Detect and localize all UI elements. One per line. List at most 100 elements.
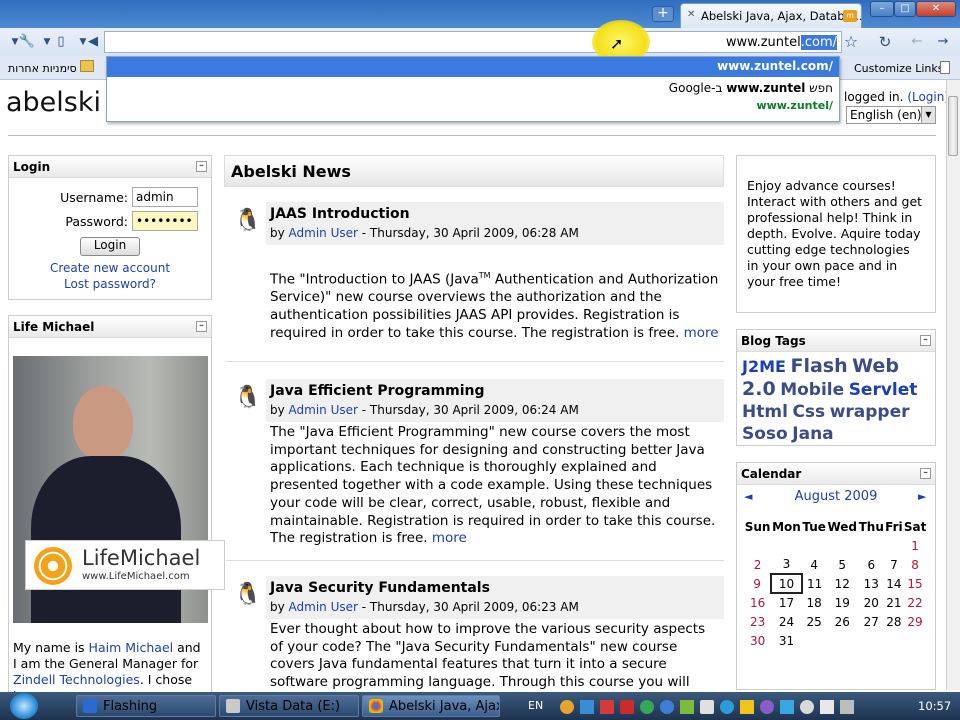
new-tab-button[interactable]: + bbox=[652, 6, 674, 22]
calendar-day[interactable]: 23 bbox=[744, 612, 771, 631]
scrollbar-thumb[interactable] bbox=[948, 96, 958, 156]
forward-icon[interactable]: → bbox=[934, 33, 952, 51]
tray-icon[interactable] bbox=[600, 700, 614, 714]
calendar-day[interactable]: 27 bbox=[858, 612, 885, 631]
collapse-icon[interactable]: – bbox=[196, 161, 207, 172]
calendar-day[interactable]: 2 bbox=[744, 555, 771, 574]
tag-link[interactable]: Jana bbox=[792, 424, 833, 444]
calendar-day[interactable]: 17 bbox=[771, 593, 801, 612]
tray-icon[interactable] bbox=[760, 700, 774, 714]
calendar-day[interactable]: 26 bbox=[827, 612, 858, 631]
tag-link[interactable]: Soso bbox=[742, 424, 788, 444]
calendar-day[interactable]: 24 bbox=[771, 612, 801, 631]
calendar-day[interactable]: 7 bbox=[885, 555, 903, 574]
calendar-day[interactable]: 22 bbox=[903, 593, 927, 612]
tray-icon[interactable] bbox=[640, 700, 654, 714]
page-icon[interactable]: ▯ bbox=[52, 33, 70, 51]
wrench-icon[interactable]: 🔧 bbox=[18, 33, 36, 51]
tray-icon[interactable] bbox=[740, 700, 754, 714]
language-select[interactable]: English (en) ▼ bbox=[846, 106, 936, 124]
haim-michael-link[interactable]: Haim Michael bbox=[89, 640, 174, 655]
calendar-day[interactable]: 31 bbox=[771, 631, 801, 650]
scrollbar[interactable] bbox=[946, 80, 960, 690]
customize-links[interactable]: Customize Links bbox=[854, 62, 944, 75]
language-indicator[interactable]: EN bbox=[528, 699, 543, 712]
create-account-link[interactable]: Create new account bbox=[8, 261, 212, 275]
tray-icon[interactable] bbox=[660, 700, 674, 714]
next-month-icon[interactable]: ► bbox=[918, 490, 926, 503]
back-arrow-icon[interactable]: ◀ bbox=[84, 33, 102, 51]
star-icon[interactable]: ☆ bbox=[842, 33, 860, 51]
close-window-button[interactable]: ✕ bbox=[916, 1, 956, 17]
calendar-day[interactable]: 28 bbox=[885, 612, 903, 631]
tag-link[interactable]: Servlet bbox=[849, 380, 918, 400]
zindell-link[interactable]: Zindell Technologies bbox=[13, 672, 140, 687]
suggestion-3[interactable]: www.zuntel/ bbox=[107, 97, 839, 117]
tray-icon[interactable] bbox=[700, 700, 714, 714]
calendar-day[interactable]: 25 bbox=[802, 612, 827, 631]
network-icon[interactable] bbox=[820, 700, 834, 714]
calendar-day[interactable]: 11 bbox=[802, 574, 827, 593]
calendar-day[interactable]: 12 bbox=[827, 574, 858, 593]
tray-icon[interactable] bbox=[560, 700, 574, 714]
more-link[interactable]: more bbox=[684, 325, 719, 341]
username-input[interactable]: admin bbox=[132, 187, 198, 207]
suggestion-2[interactable]: Google-ב www.zuntel חפש bbox=[107, 77, 839, 97]
task-vista-data[interactable]: Vista Data (E:) bbox=[219, 695, 359, 717]
tray-icon[interactable] bbox=[800, 700, 814, 714]
author-link[interactable]: Admin User bbox=[289, 226, 358, 240]
tag-link[interactable]: wrapper bbox=[830, 402, 910, 422]
lifemichael-logo[interactable]: LifeMichael www.LifeMichael.com bbox=[25, 540, 225, 590]
minimize-button[interactable]: – bbox=[870, 1, 894, 17]
tag-link[interactable]: Html bbox=[742, 402, 788, 422]
tray-icon[interactable] bbox=[720, 700, 734, 714]
password-input[interactable]: •••••••• bbox=[132, 211, 198, 231]
browser-tab[interactable]: ✕ Abelski Java, Ajax, Databa... m bbox=[680, 3, 862, 28]
tray-icon[interactable] bbox=[680, 700, 694, 714]
calendar-day[interactable]: 29 bbox=[903, 612, 927, 631]
calendar-day[interactable]: 19 bbox=[827, 593, 858, 612]
collapse-icon[interactable]: – bbox=[196, 321, 207, 332]
task-chrome[interactable]: Abelski Java, Ajax, ... bbox=[362, 695, 500, 717]
close-tab-icon[interactable]: ✕ bbox=[687, 9, 695, 20]
calendar-day[interactable]: 18 bbox=[802, 593, 827, 612]
tag-link[interactable]: Mobile bbox=[780, 380, 844, 400]
author-link[interactable]: Admin User bbox=[289, 600, 358, 614]
calendar-day[interactable]: 14 bbox=[885, 574, 903, 593]
prev-month-icon[interactable]: ◄ bbox=[744, 490, 752, 503]
calendar-day[interactable]: 6 bbox=[858, 555, 885, 574]
more-link[interactable]: more bbox=[432, 530, 467, 546]
calendar-day[interactable]: 20 bbox=[858, 593, 885, 612]
calendar-day[interactable]: 16 bbox=[744, 593, 771, 612]
tag-link[interactable]: J2ME bbox=[742, 357, 786, 376]
task-flashing[interactable]: Flashing bbox=[76, 695, 216, 717]
author-link[interactable]: Admin User bbox=[289, 403, 358, 417]
lost-password-link[interactable]: Lost password? bbox=[8, 277, 212, 291]
calendar-day[interactable]: 1 bbox=[903, 536, 927, 555]
address-bar[interactable]: www.zuntel.com/ bbox=[104, 31, 842, 53]
start-button[interactable] bbox=[10, 693, 38, 719]
tray-icon[interactable] bbox=[620, 700, 634, 714]
calendar-day[interactable]: 10 bbox=[770, 573, 803, 594]
reload-icon[interactable]: ↻ bbox=[876, 33, 894, 51]
calendar-day[interactable]: 4 bbox=[802, 555, 827, 574]
calendar-day[interactable]: 8 bbox=[903, 555, 927, 574]
suggestion-1[interactable]: www.zuntel.com/ bbox=[107, 57, 839, 77]
tag-link[interactable]: Flash bbox=[790, 355, 847, 377]
calendar-day[interactable]: 3 bbox=[771, 555, 801, 574]
site-logo[interactable]: abelski bbox=[6, 87, 101, 118]
login-link[interactable]: (Login) bbox=[907, 90, 949, 104]
calendar-day[interactable]: 13 bbox=[858, 574, 885, 593]
clock[interactable]: 10:57 bbox=[918, 699, 951, 713]
login-button[interactable]: Login bbox=[80, 237, 140, 256]
bookmark-folder-other[interactable]: סימניות אחרות bbox=[8, 62, 77, 75]
calendar-day[interactable]: 5 bbox=[827, 555, 858, 574]
calendar-day[interactable]: 9 bbox=[744, 574, 771, 593]
tray-icon[interactable] bbox=[580, 700, 594, 714]
tray-icon[interactable] bbox=[780, 700, 794, 714]
tag-link[interactable]: Css bbox=[792, 402, 825, 422]
maximize-button[interactable]: □ bbox=[894, 1, 916, 17]
collapse-icon[interactable]: – bbox=[920, 335, 931, 346]
calendar-day[interactable]: 21 bbox=[885, 593, 903, 612]
calendar-day[interactable]: 15 bbox=[903, 574, 927, 593]
